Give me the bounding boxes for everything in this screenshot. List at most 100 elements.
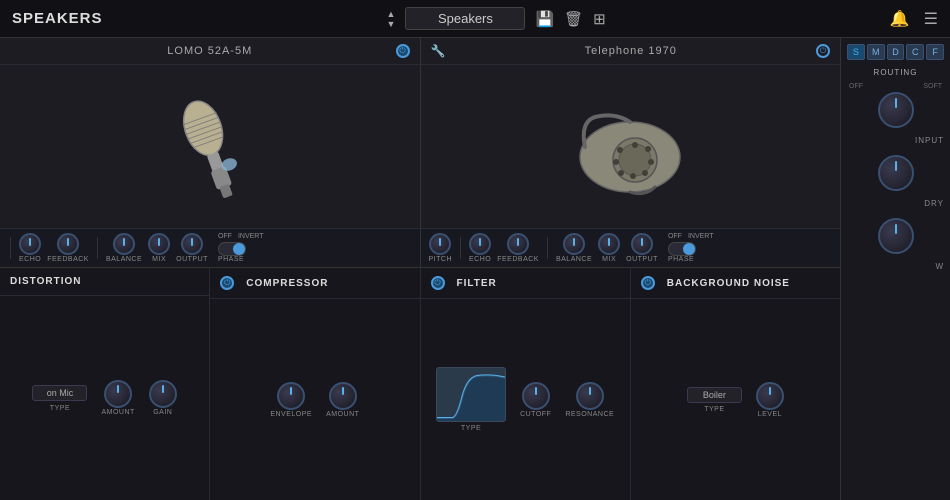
telephone-feedback-knob[interactable] [507,233,529,255]
compressor-amount-label: AMOUNT [326,411,359,418]
filter-enable-button[interactable]: ⏻ [431,276,445,290]
filter-panel: ⏻ FILTER TYPE [421,268,631,500]
sidebar-tab-m[interactable]: M [867,44,885,60]
sidebar-wet-label: W [847,262,944,271]
lomo-power-button[interactable]: ⏻ [396,44,410,58]
lomo-output-knob[interactable] [181,233,203,255]
filter-resonance-label: RESONANCE [565,411,614,418]
background-noise-header: ⏻ BACKGROUND NOISE [631,268,840,299]
menu-icon[interactable]: ☰ [924,9,938,29]
preset-arrows[interactable]: ▲▼ [387,9,396,29]
lomo-invert-label: INVERT [238,233,264,240]
telephone-feedback-knob-group: FEEDBACK [497,233,539,263]
background-noise-type-label: TYPE [704,406,724,413]
sidebar-input-label: INPUT [847,136,944,145]
routing-soft-label: SOFT [923,83,942,90]
lomo-microphone-image [141,68,279,224]
lomo-panel: LOMO 52A-5M ⏻ [0,38,421,267]
sidebar-tabs: S M D C F [847,44,944,60]
delete-button[interactable]: 🗑 [564,10,583,28]
lomo-balance-label: BALANCE [106,256,142,263]
sidebar-routing-knob[interactable] [878,92,914,128]
filter-resonance-group: RESONANCE [565,382,614,418]
filter-header: ⏻ FILTER [421,268,630,299]
telephone-mix-knob[interactable] [598,233,620,255]
telephone-pitch-knob-group: PITCH [429,233,453,263]
telephone-balance-knob-group: BALANCE [556,233,592,263]
sidebar-dry-row [847,155,944,191]
sidebar-tab-f[interactable]: F [926,44,944,60]
compressor-title: COMPRESSOR [246,278,328,289]
compressor-envelope-knob[interactable] [277,382,305,410]
lomo-phase-label: PHASE [218,256,244,263]
routing-off-label: OFF [849,83,863,90]
telephone-phase-toggle[interactable] [668,242,696,256]
lomo-feedback-knob[interactable] [57,233,79,255]
telephone-power-button[interactable]: ⏻ [816,44,830,58]
telephone-phase-label: PHASE [668,256,694,263]
filter-cutoff-group: CUTOFF [520,382,551,418]
header-center: ▲▼ Speakers 💾 🗑 ⊞ [123,7,870,30]
telephone-echo-knob[interactable] [469,233,491,255]
lomo-mix-knob[interactable] [148,233,170,255]
filter-type-visual [436,367,506,422]
lomo-balance-knob-group: BALANCE [106,233,142,263]
background-noise-level-knob[interactable] [756,382,784,410]
lomo-phase-row: OFF INVERT [218,233,264,240]
lomo-off-label: OFF [218,233,232,240]
filter-resonance-knob[interactable] [576,382,604,410]
sidebar-tab-d[interactable]: D [887,44,905,60]
compressor-amount-knob[interactable] [329,382,357,410]
compressor-amount-group: AMOUNT [326,382,359,418]
lomo-phase-toggle[interactable] [218,242,246,256]
background-noise-enable-button[interactable]: ⏻ [641,276,655,290]
telephone-image-area [421,65,841,228]
telephone-pitch-label: PITCH [429,256,453,263]
filter-title: FILTER [457,278,497,289]
distortion-gain-knob[interactable] [149,380,177,408]
lomo-echo-knob[interactable] [19,233,41,255]
save-button[interactable]: 💾 [535,10,554,28]
sidebar-dry-label: DRY [847,199,944,208]
telephone-off-label: OFF [668,233,682,240]
sidebar-tab-s[interactable]: S [847,44,865,60]
lomo-feedback-label: FEEDBACK [47,256,89,263]
telephone-pitch-knob[interactable] [429,233,451,255]
telephone-feedback-label: FEEDBACK [497,256,539,263]
lomo-image-area [0,65,420,228]
bell-icon[interactable]: 🔔 [890,9,910,29]
routing-label: ROUTING [847,68,944,77]
sidebar-dry-knob[interactable] [878,155,914,191]
grid-button[interactable]: ⊞ [593,10,606,28]
header-right: 🔔 ☰ [890,9,938,29]
telephone-output-knob[interactable] [631,233,653,255]
sidebar-wet-row [847,218,944,254]
lomo-balance-knob[interactable] [113,233,135,255]
telephone-balance-knob[interactable] [563,233,585,255]
distortion-type-selector[interactable]: on Mic [32,385,87,401]
telephone-image [565,92,695,202]
distortion-panel: DISTORTION on Mic TYPE AMOUNT GAIN [0,268,210,500]
main-area: LOMO 52A-5M ⏻ [0,38,950,500]
compressor-envelope-group: ENVELOPE [270,382,312,418]
compressor-enable-button[interactable]: ⏻ [220,276,234,290]
sidebar-wet-knob[interactable] [878,218,914,254]
distortion-amount-knob[interactable] [104,380,132,408]
lomo-mix-label: MIX [152,256,166,263]
telephone-echo-knob-group: ECHO [469,233,491,263]
off-soft-labels: OFF SOFT [847,83,944,90]
sidebar: S M D C F ROUTING OFF SOFT INPUT DRY W [840,38,950,500]
background-noise-type-selector[interactable]: Boiler [687,387,742,403]
distortion-body: on Mic TYPE AMOUNT GAIN [0,296,209,500]
lomo-output-knob-group: OUTPUT [176,233,208,263]
telephone-balance-label: BALANCE [556,256,592,263]
compressor-body: ENVELOPE AMOUNT [210,299,419,500]
filter-type-label: TYPE [461,425,481,432]
background-noise-panel: ⏻ BACKGROUND NOISE Boiler TYPE LEVEL [631,268,840,500]
telephone-panel: 🔧 Telephone 1970 ⏻ [421,38,841,267]
sidebar-tab-c[interactable]: C [906,44,924,60]
filter-cutoff-knob[interactable] [522,382,550,410]
lomo-phase-toggle-knob [233,243,245,255]
wrench-icon[interactable]: 🔧 [431,44,446,58]
telephone-invert-label: INVERT [688,233,714,240]
